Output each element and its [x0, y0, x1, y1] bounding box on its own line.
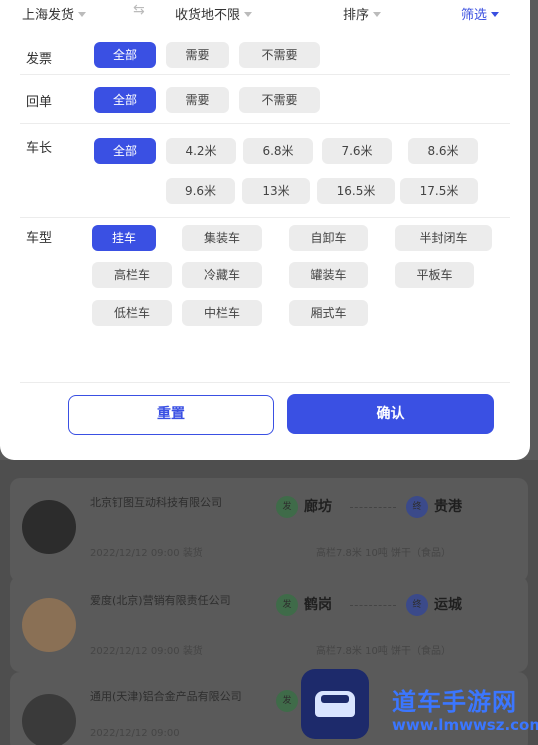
watermark-title: 道车手游网 [392, 688, 517, 716]
caret-down-icon [491, 12, 500, 17]
origin-badge: 发 [276, 496, 298, 518]
length-option-all[interactable]: 全部 [94, 138, 156, 164]
length-option[interactable]: 6.8米 [243, 138, 313, 164]
length-label: 车长 [26, 141, 53, 156]
avatar [22, 694, 76, 745]
company-name: 爱度(北京)营销有限责任公司 [90, 594, 231, 607]
destination-label: 收货地不限 [175, 8, 241, 23]
origin-badge: 发 [276, 690, 298, 712]
length-option[interactable]: 17.5米 [400, 178, 478, 204]
origin-badge: 发 [276, 594, 298, 616]
length-option[interactable]: 4.2米 [166, 138, 236, 164]
length-option[interactable]: 7.6米 [322, 138, 392, 164]
truck-type-option[interactable]: 高栏车 [92, 262, 172, 288]
divider [20, 382, 510, 383]
truck-type-option[interactable]: 罐装车 [289, 262, 368, 288]
truck-type-option[interactable]: 冷藏车 [182, 262, 262, 288]
destination-badge: 终 [406, 496, 428, 518]
origin-dropdown[interactable]: 上海发货 [22, 4, 87, 23]
truck-type-option[interactable]: 半封闭车 [395, 225, 492, 251]
sort-label: 排序 [343, 8, 370, 23]
receipt-label: 回单 [26, 95, 53, 110]
caret-down-icon [244, 12, 253, 17]
confirm-button[interactable]: 确认 [287, 394, 494, 434]
truck-type-option[interactable]: 低栏车 [92, 300, 172, 326]
company-name: 北京钉图互动科技有限公司 [90, 496, 222, 509]
route-divider [350, 507, 396, 508]
caret-down-icon [373, 12, 382, 17]
car-window-icon [321, 695, 349, 703]
truck-type-option[interactable]: 平板车 [395, 262, 474, 288]
filter-label: 筛选 [461, 8, 488, 23]
divider [20, 217, 510, 218]
truck-type-option[interactable]: 厢式车 [289, 300, 368, 326]
truck-type-option[interactable]: 中栏车 [182, 300, 262, 326]
truck-type-option[interactable]: 自卸车 [289, 225, 368, 251]
invoice-option-need[interactable]: 需要 [166, 42, 229, 68]
destination-city: 贵港 [434, 499, 462, 515]
origin-city: 鹤岗 [304, 597, 332, 613]
length-option[interactable]: 16.5米 [317, 178, 395, 204]
length-option[interactable]: 8.6米 [408, 138, 478, 164]
avatar [22, 500, 76, 554]
truck-type-option[interactable]: 挂车 [92, 225, 156, 251]
route-divider [350, 605, 396, 606]
invoice-label: 发票 [26, 52, 53, 67]
receipt-option-need[interactable]: 需要 [166, 87, 229, 113]
swap-icon[interactable]: ⇆ [133, 2, 145, 18]
receipt-option-all[interactable]: 全部 [94, 87, 156, 113]
avatar [22, 598, 76, 652]
load-time: 2022/12/12 09:00 装货 [90, 646, 203, 657]
cargo-detail: 高栏7.8米 10吨 饼干（食品） [316, 548, 451, 559]
cargo-detail: 高栏7.8米 10吨 饼干（食品） [316, 646, 451, 657]
reset-button[interactable]: 重置 [68, 395, 274, 435]
company-name: 通用(天津)铝合金产品有限公司 [90, 690, 242, 703]
length-option[interactable]: 9.6米 [166, 178, 235, 204]
divider [20, 74, 510, 75]
filter-dropdown[interactable]: 筛选 [461, 4, 500, 23]
length-option[interactable]: 13米 [242, 178, 310, 204]
caret-down-icon [78, 12, 87, 17]
origin-city: 廊坊 [304, 499, 332, 515]
filter-topbar: 上海发货 ⇆ 收货地不限 排序 筛选 [0, 0, 530, 28]
load-time: 2022/12/12 09:00 [90, 728, 180, 739]
sort-dropdown[interactable]: 排序 [343, 4, 382, 23]
watermark-url: www.lmwwsz.com [392, 716, 538, 734]
invoice-option-all[interactable]: 全部 [94, 42, 156, 68]
load-time: 2022/12/12 09:00 装货 [90, 548, 203, 559]
watermark-logo [301, 669, 369, 739]
truck-type-label: 车型 [26, 231, 53, 246]
list-item[interactable]: 爱度(北京)营销有限责任公司 发 鹤岗 终 运城 2022/12/12 09:0… [10, 576, 528, 672]
destination-city: 运城 [434, 597, 462, 613]
origin-label: 上海发货 [22, 8, 75, 23]
receipt-option-no-need[interactable]: 不需要 [239, 87, 320, 113]
destination-dropdown[interactable]: 收货地不限 [175, 4, 253, 23]
divider [20, 123, 510, 124]
invoice-option-no-need[interactable]: 不需要 [239, 42, 320, 68]
filter-panel: 上海发货 ⇆ 收货地不限 排序 筛选 发票 全部 需要 不需要 回单 全部 需要… [0, 0, 530, 460]
list-item[interactable]: 北京钉图互动科技有限公司 发 廊坊 终 贵港 2022/12/12 09:00 … [10, 478, 528, 582]
truck-type-option[interactable]: 集装车 [182, 225, 262, 251]
destination-badge: 终 [406, 594, 428, 616]
